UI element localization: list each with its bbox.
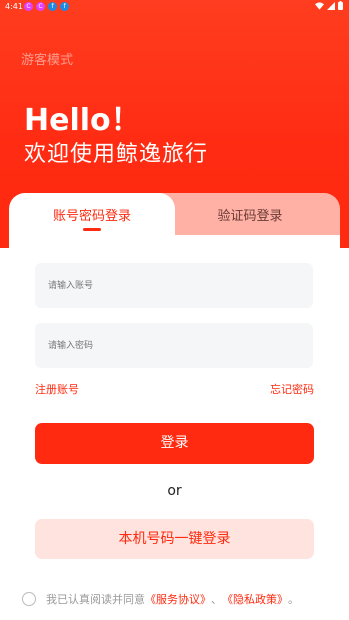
agree-checkbox[interactable] xyxy=(22,592,36,606)
agreement-separator: 、 xyxy=(211,593,222,606)
account-input[interactable] xyxy=(35,263,313,308)
wifi-icon xyxy=(315,1,324,10)
status-icons xyxy=(315,1,343,10)
app-notification-icon: f xyxy=(48,2,57,11)
one-click-login-button[interactable]: 本机号码一键登录 xyxy=(35,519,314,559)
agreement-prefix: 我已认真阅读并同意 xyxy=(46,593,145,606)
login-button[interactable]: 登录 xyxy=(35,423,314,464)
app-notification-icon: C xyxy=(24,2,33,11)
notification-icons: C C f f xyxy=(24,2,69,11)
welcome-subtitle: 欢迎使用鲸逸旅行 xyxy=(24,142,209,167)
tab-code-login-label: 验证码登录 xyxy=(217,209,283,224)
register-link[interactable]: 注册账号 xyxy=(35,381,79,397)
or-divider: or xyxy=(167,483,182,499)
tab-code-login[interactable]: 验证码登录 xyxy=(160,193,340,235)
tab-password-login-label: 账号密码登录 xyxy=(52,209,131,224)
status-bar: 4:41 C C f f xyxy=(0,0,349,14)
agreement-row: 我已认真阅读并同意 《服务协议》 、 《隐私政策》 。 xyxy=(22,591,299,607)
battery-icon xyxy=(338,1,343,10)
privacy-policy-link[interactable]: 《隐私政策》 xyxy=(222,591,288,607)
hello-title: Hello！ xyxy=(24,103,141,138)
app-notification-icon: C xyxy=(36,2,45,11)
signal-icon xyxy=(327,1,335,10)
tab-password-login[interactable]: 账号密码登录 xyxy=(9,193,175,249)
service-agreement-link[interactable]: 《服务协议》 xyxy=(145,591,211,607)
forgot-password-link[interactable]: 忘记密码 xyxy=(270,381,314,397)
status-time: 4:41 xyxy=(5,2,23,11)
app-notification-icon: f xyxy=(60,2,69,11)
guest-mode-button[interactable]: 游客模式 xyxy=(21,49,73,68)
tab-indicator xyxy=(83,228,101,231)
password-input[interactable] xyxy=(35,323,313,368)
agreement-end: 。 xyxy=(288,593,299,606)
